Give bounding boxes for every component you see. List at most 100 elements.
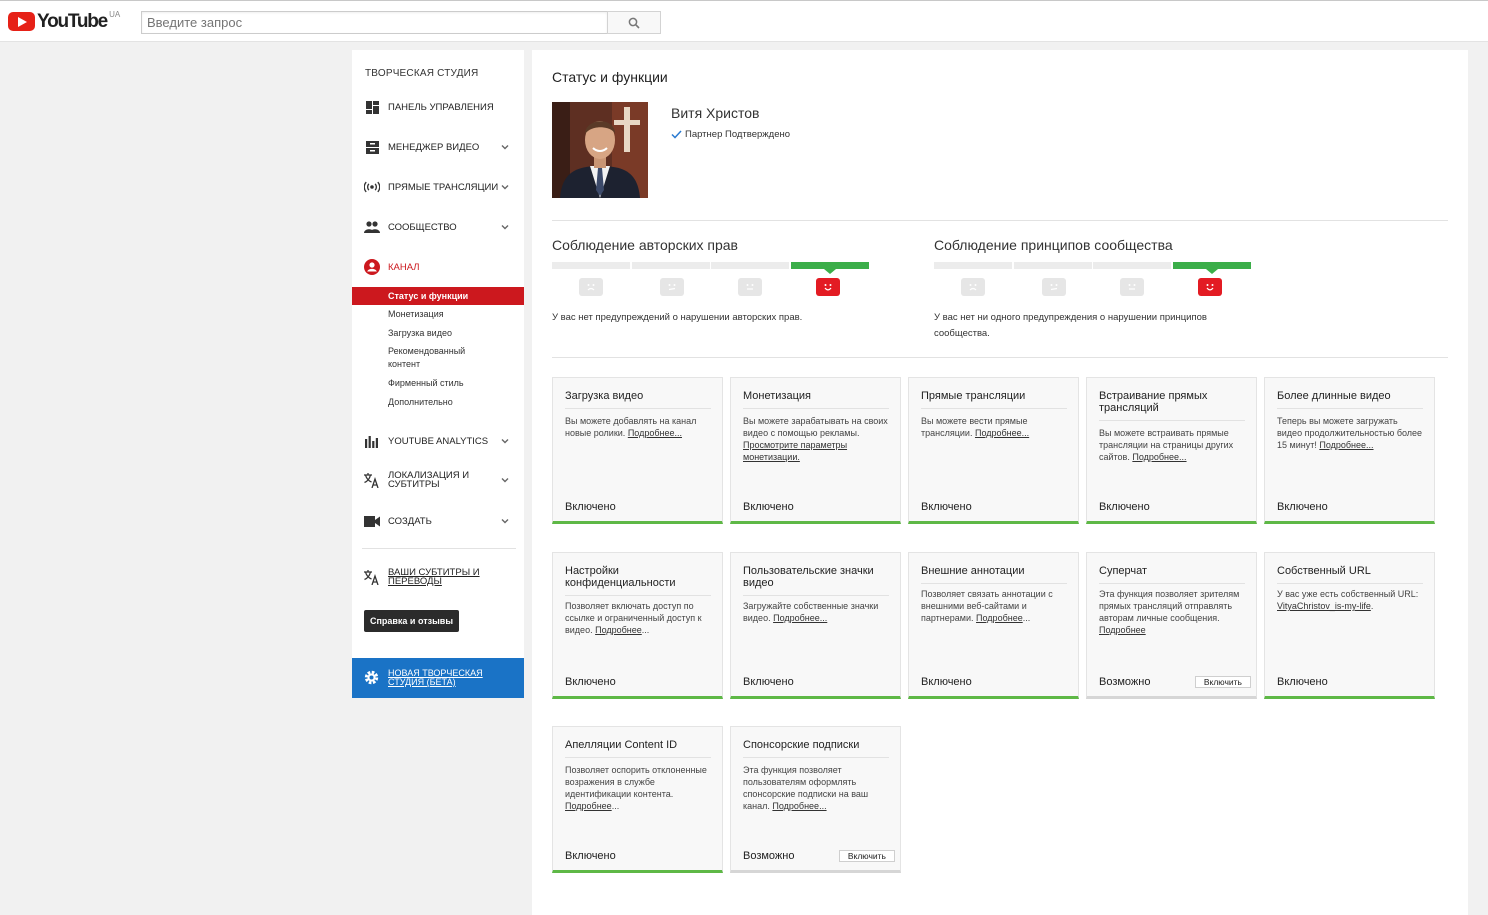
- copyright-strike-meter: [552, 262, 872, 302]
- logo-text: YouTube: [37, 11, 108, 32]
- sidebar-item-your-subtitles[interactable]: ВАШИ СУБТИТРЫ И ПЕРЕВОДЫ: [352, 565, 524, 589]
- translate-icon: [364, 472, 380, 488]
- enable-superchat-button[interactable]: Включить: [1194, 676, 1251, 688]
- feature-card-thumbnails: Пользовательские значки видео Загружайте…: [730, 552, 901, 699]
- card-status: Включено: [1277, 501, 1328, 513]
- community-desc: У вас нет ни одного предупреждения о нар…: [934, 312, 1207, 339]
- more-link[interactable]: Подробнее: [565, 801, 612, 811]
- card-title: Прямые трансляции: [921, 390, 1067, 409]
- sidebar-sub-upload[interactable]: Загрузка видео: [352, 327, 524, 340]
- card-status: Включено: [1277, 676, 1328, 688]
- subtitles-icon: [364, 569, 380, 585]
- sidebar-sub-advanced[interactable]: Дополнительно: [352, 396, 524, 409]
- card-desc: Вы можете встраивать прямые трансляции н…: [1099, 428, 1234, 462]
- more-link[interactable]: Подробнее: [976, 613, 1023, 623]
- chevron-down-icon[interactable]: [501, 143, 509, 151]
- meter-segment-active: [791, 262, 869, 269]
- play-logo-icon: [8, 12, 35, 31]
- card-desc: Вы можете добавлять на канал новые ролик…: [565, 416, 697, 438]
- sidebar-item-label: СООБЩЕСТВО: [388, 221, 457, 233]
- sidebar-item-label: YOUTUBE ANALYTICS: [388, 435, 489, 447]
- analytics-icon: [364, 433, 380, 449]
- feature-card-sponsorships: Спонсорские подписки Эта функция позволя…: [730, 726, 901, 873]
- more-link[interactable]: Подробнее: [595, 625, 642, 635]
- card-status: Включено: [743, 676, 794, 688]
- dashboard-icon: [364, 99, 380, 115]
- card-title: Собственный URL: [1277, 565, 1423, 584]
- chevron-down-icon[interactable]: [501, 476, 509, 484]
- channel-icon: [364, 259, 380, 275]
- meter-segment: [1014, 262, 1092, 269]
- region-label: UA: [109, 10, 121, 19]
- meter-segment: [711, 262, 789, 269]
- search-input[interactable]: [141, 11, 608, 34]
- card-status: Возможно: [743, 850, 795, 862]
- sidebar-sub-featured[interactable]: Рекомендованный контент: [352, 345, 492, 371]
- more-link[interactable]: Подробнее: [1099, 625, 1146, 635]
- card-title: Настройки конфиденциальности: [565, 565, 711, 596]
- sidebar-item-label: ПРЯМЫЕ ТРАНСЛЯЦИИ: [388, 181, 499, 193]
- sidebar-item-label: ЛОКАЛИЗАЦИЯ И СУБТИТРЫ: [388, 470, 470, 490]
- feature-card-monetization: Монетизация Вы можете зарабатывать на св…: [730, 377, 901, 524]
- sidebar-item-label: ПАНЕЛЬ УПРАВЛЕНИЯ: [388, 101, 494, 113]
- divider: [552, 357, 1448, 358]
- feature-card-superchat: Суперчат Эта функция позволяет зрителям …: [1086, 552, 1257, 699]
- feature-card-embed-live: Встраивание прямых трансляций Вы можете …: [1086, 377, 1257, 524]
- sidebar-item-create[interactable]: СОЗДАТЬ: [352, 509, 524, 533]
- more-link[interactable]: Подробнее...: [773, 613, 827, 623]
- chevron-down-icon[interactable]: [501, 183, 509, 191]
- search-button[interactable]: [607, 11, 661, 34]
- sidebar-sub-branding[interactable]: Фирменный стиль: [352, 377, 524, 390]
- sidebar-item-video-manager[interactable]: МЕНЕДЖЕР ВИДЕО: [352, 135, 524, 159]
- sidebar-item-channel[interactable]: КАНАЛ: [352, 255, 524, 279]
- checkmark-icon: [671, 130, 682, 139]
- card-status: Включено: [921, 676, 972, 688]
- video-manager-icon: [364, 139, 380, 155]
- custom-url-link[interactable]: VityaChristov_is-my-life: [1277, 601, 1371, 611]
- youtube-logo[interactable]: YouTube UA: [8, 10, 121, 34]
- sidebar-sub-monetization[interactable]: Монетизация: [352, 308, 524, 321]
- camera-icon: [364, 513, 380, 529]
- card-desc: Загружайте собственные значки видео. Под…: [743, 601, 879, 623]
- feature-card-content-id-appeals: Апелляции Content ID Позволяет оспорить …: [552, 726, 723, 873]
- channel-avatar[interactable]: [552, 102, 648, 198]
- meter-pointer: [1206, 269, 1218, 274]
- card-status: Возможно: [1099, 676, 1151, 688]
- card-desc: Позволяет включать доступ по ссылке и ог…: [565, 601, 702, 635]
- happy-face-icon: [816, 278, 840, 296]
- chevron-down-icon[interactable]: [501, 437, 509, 445]
- card-desc: Вы можете вести прямые трансляции. Подро…: [921, 416, 1030, 438]
- new-studio-beta-button[interactable]: НОВАЯ ТВОРЧЕСКАЯ СТУДИЯ (БЕТА): [352, 658, 524, 698]
- card-desc: Эта функция позволяет пользователям офор…: [743, 765, 869, 811]
- card-status: Включено: [565, 676, 616, 688]
- community-icon: [364, 219, 380, 235]
- sidebar-item-live[interactable]: ПРЯМЫЕ ТРАНСЛЯЦИИ: [352, 175, 524, 199]
- community-title: Соблюдение принципов сообщества: [934, 237, 1173, 253]
- enable-sponsorships-button[interactable]: Включить: [838, 850, 895, 862]
- card-desc: Теперь вы можете загружать видео продолж…: [1277, 416, 1423, 450]
- sidebar-item-analytics[interactable]: YOUTUBE ANALYTICS: [352, 429, 524, 453]
- top-bar: YouTube UA: [0, 0, 1488, 42]
- feature-card-live: Прямые трансляции Вы можете вести прямые…: [908, 377, 1079, 524]
- card-title: Встраивание прямых трансляций: [1099, 390, 1245, 421]
- more-link[interactable]: Просмотрите параметры монетизации.: [743, 440, 847, 462]
- sidebar-item-dashboard[interactable]: ПАНЕЛЬ УПРАВЛЕНИЯ: [352, 95, 524, 119]
- card-desc: Эта функция позволяет зрителям прямых тр…: [1099, 589, 1240, 635]
- more-link[interactable]: Подробнее...: [1319, 440, 1373, 450]
- more-link[interactable]: Подробнее...: [628, 428, 682, 438]
- sidebar-item-localization[interactable]: ЛОКАЛИЗАЦИЯ И СУБТИТРЫ: [352, 468, 524, 492]
- more-link[interactable]: Подробнее...: [772, 801, 826, 811]
- neutral-face-icon: [1120, 278, 1144, 296]
- more-link[interactable]: Подробнее...: [975, 428, 1029, 438]
- help-feedback-button[interactable]: Справка и отзывы: [364, 610, 459, 632]
- avatar-photo: [552, 102, 648, 198]
- sidebar-sub-status-features[interactable]: Статус и функции: [352, 287, 524, 305]
- card-title: Пользовательские значки видео: [743, 565, 889, 596]
- chevron-down-icon[interactable]: [501, 223, 509, 231]
- community-strike-meter: [934, 262, 1254, 302]
- live-icon: [364, 179, 380, 195]
- sidebar-item-community[interactable]: СООБЩЕСТВО: [352, 215, 524, 239]
- search-icon: [628, 17, 640, 29]
- chevron-down-icon[interactable]: [501, 517, 509, 525]
- more-link[interactable]: Подробнее...: [1132, 452, 1186, 462]
